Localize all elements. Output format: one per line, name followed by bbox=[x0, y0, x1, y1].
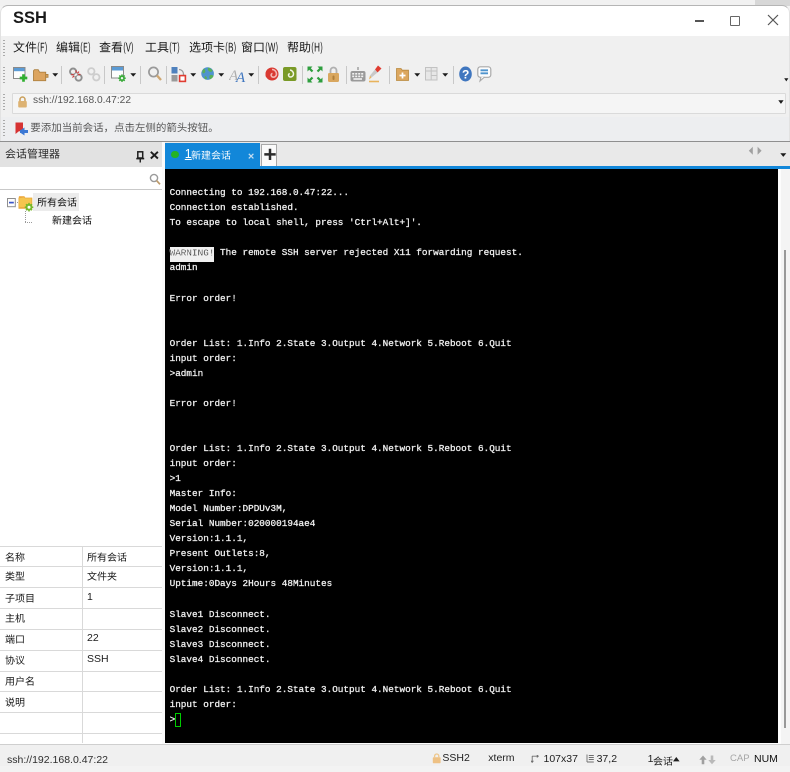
svg-text:A: A bbox=[235, 70, 246, 84]
svg-text:?: ? bbox=[462, 68, 469, 82]
